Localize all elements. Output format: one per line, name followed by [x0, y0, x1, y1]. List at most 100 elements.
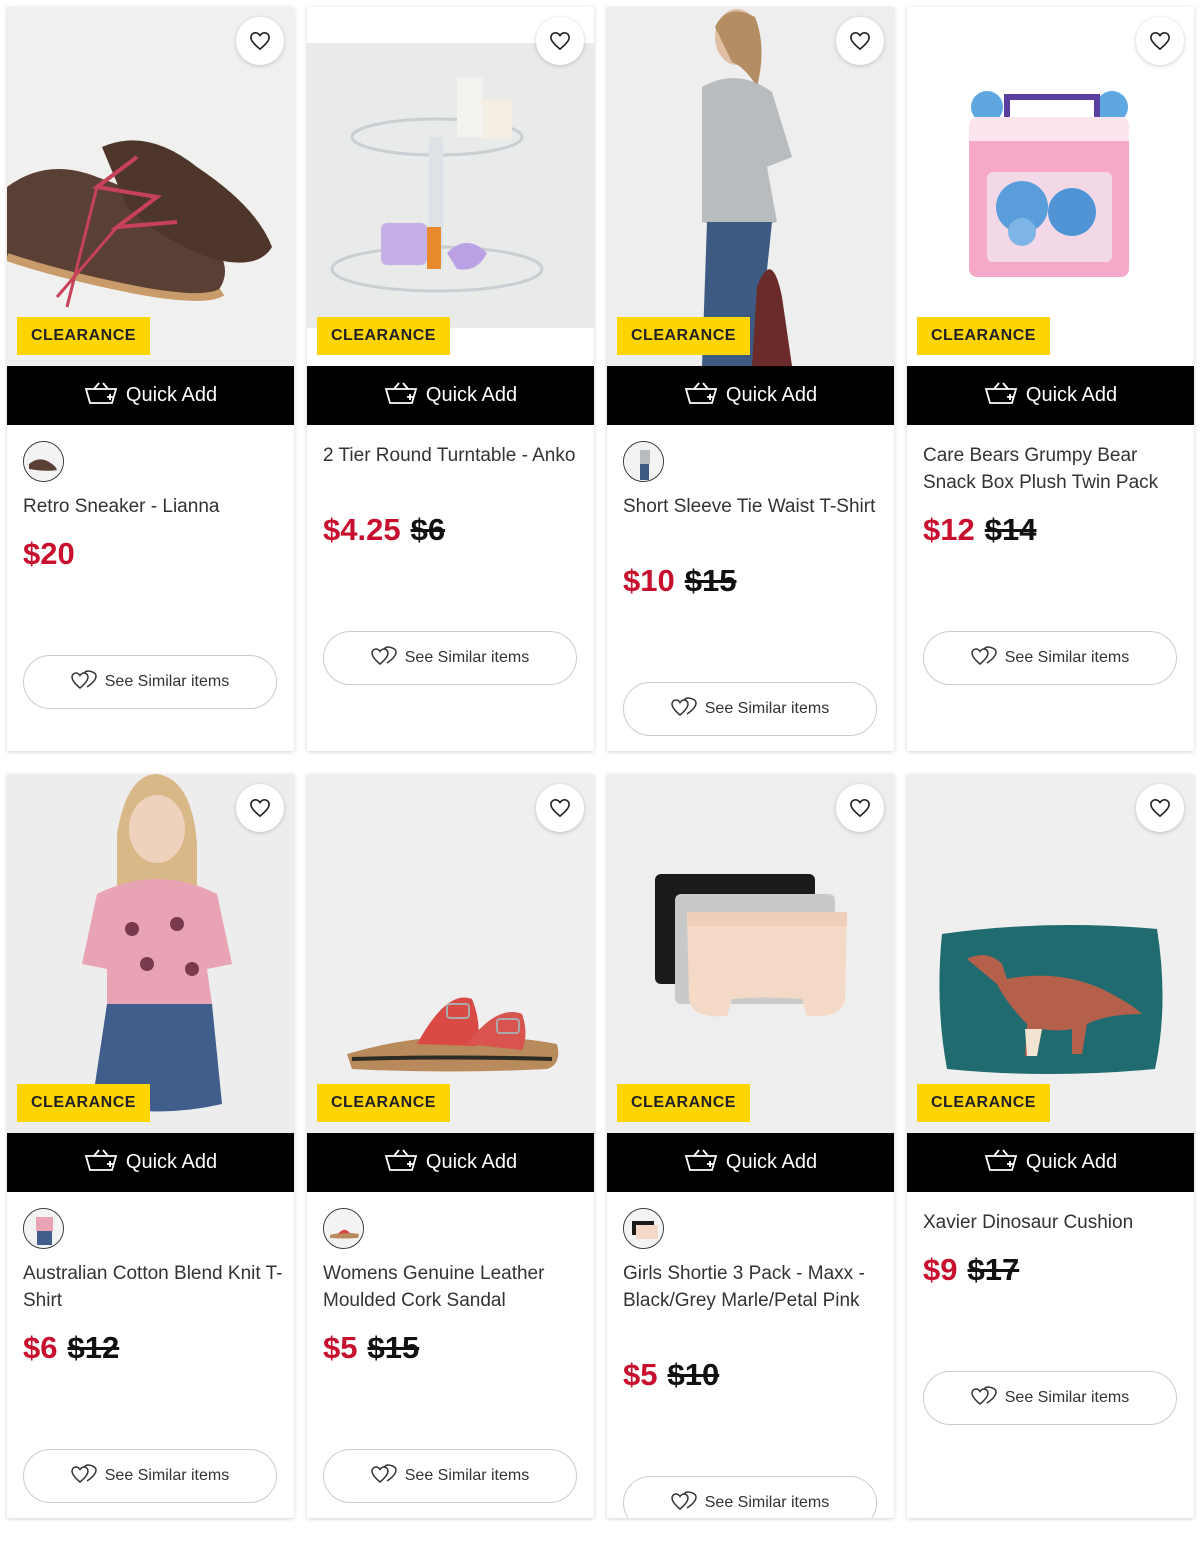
quick-add-label: Quick Add: [425, 384, 518, 406]
original-price: $15: [367, 1330, 420, 1365]
product-card[interactable]: CLEARANCE Quick Add Australian Cotton Bl…: [7, 774, 294, 1518]
see-similar-button[interactable]: See Similar items: [623, 682, 877, 736]
product-price: $5 $10: [623, 1357, 719, 1393]
color-swatch[interactable]: [623, 441, 664, 482]
product-title[interactable]: Girls Shortie 3 Pack - Maxx - Black/Grey…: [623, 1260, 883, 1314]
hearts-icon: [970, 645, 997, 671]
see-similar-label: See Similar items: [404, 1467, 530, 1484]
quick-add-label: Quick Add: [425, 1151, 518, 1173]
clearance-badge: CLEARANCE: [17, 1084, 150, 1122]
product-price: $12 $14: [923, 512, 1036, 548]
quick-add-label: Quick Add: [725, 1151, 818, 1173]
product-card[interactable]: CLEARANCE Quick Add Girls Shortie 3 Pack…: [607, 774, 894, 1518]
quick-add-button[interactable]: Quick Add: [307, 366, 594, 425]
quick-add-label: Quick Add: [125, 1151, 218, 1173]
basket-icon: [984, 1148, 1018, 1177]
quick-add-button[interactable]: Quick Add: [307, 1133, 594, 1192]
product-card[interactable]: CLEARANCE Quick Add Retro Sneaker - Lian…: [7, 7, 294, 751]
quick-add-button[interactable]: Quick Add: [607, 1133, 894, 1192]
quick-add-button[interactable]: Quick Add: [907, 1133, 1194, 1192]
quick-add-button[interactable]: Quick Add: [7, 1133, 294, 1192]
see-similar-button[interactable]: See Similar items: [323, 631, 577, 685]
see-similar-button[interactable]: See Similar items: [23, 1449, 277, 1503]
basket-icon: [384, 1148, 418, 1177]
original-price: $10: [667, 1357, 720, 1392]
sale-price: $5: [623, 1357, 658, 1392]
sale-price: $5: [323, 1330, 358, 1365]
see-similar-button[interactable]: See Similar items: [623, 1476, 877, 1518]
product-title[interactable]: Australian Cotton Blend Knit T-Shirt: [23, 1260, 283, 1314]
product-card[interactable]: CLEARANCE Quick Add Womens Genuine Leath…: [307, 774, 594, 1518]
product-card[interactable]: CLEARANCE Quick Add Care Bears Grumpy Be…: [907, 7, 1194, 751]
quick-add-button[interactable]: Quick Add: [907, 366, 1194, 425]
product-price: $10 $15: [623, 563, 736, 599]
wishlist-heart-icon[interactable]: [536, 17, 584, 65]
quick-add-label: Quick Add: [125, 384, 218, 406]
hearts-icon: [70, 1463, 97, 1489]
quick-add-label: Quick Add: [725, 384, 818, 406]
see-similar-label: See Similar items: [704, 700, 830, 717]
product-title[interactable]: 2 Tier Round Turntable - Anko: [323, 442, 583, 469]
sale-price: $12: [923, 512, 975, 547]
original-price: $17: [967, 1252, 1020, 1287]
clearance-badge: CLEARANCE: [617, 317, 750, 355]
color-swatch[interactable]: [323, 1208, 364, 1249]
hearts-icon: [70, 669, 97, 695]
product-price: $9 $17: [923, 1252, 1019, 1288]
product-grid: CLEARANCE Quick Add Retro Sneaker - Lian…: [0, 0, 1200, 1556]
color-swatch[interactable]: [23, 441, 64, 482]
clearance-badge: CLEARANCE: [317, 317, 450, 355]
color-swatch[interactable]: [623, 1208, 664, 1249]
sale-price: $6: [23, 1330, 58, 1365]
color-swatch[interactable]: [23, 1208, 64, 1249]
see-similar-label: See Similar items: [704, 1494, 830, 1511]
see-similar-button[interactable]: See Similar items: [323, 1449, 577, 1503]
see-similar-label: See Similar items: [404, 649, 530, 666]
basket-icon: [384, 381, 418, 410]
clearance-badge: CLEARANCE: [617, 1084, 750, 1122]
see-similar-button[interactable]: See Similar items: [923, 631, 1177, 685]
product-card[interactable]: CLEARANCE Quick Add 2 Tier Round Turntab…: [307, 7, 594, 751]
wishlist-heart-icon[interactable]: [236, 17, 284, 65]
quick-add-button[interactable]: Quick Add: [607, 366, 894, 425]
hearts-icon: [970, 1385, 997, 1411]
wishlist-heart-icon[interactable]: [836, 784, 884, 832]
clearance-badge: CLEARANCE: [17, 317, 150, 355]
see-similar-label: See Similar items: [1004, 1389, 1130, 1406]
product-price: $20: [23, 536, 75, 572]
product-card[interactable]: CLEARANCE Quick Add Xavier Dinosaur Cush…: [907, 774, 1194, 1518]
product-title[interactable]: Womens Genuine Leather Moulded Cork Sand…: [323, 1260, 583, 1314]
wishlist-heart-icon[interactable]: [1136, 784, 1184, 832]
hearts-icon: [370, 1463, 397, 1489]
hearts-icon: [670, 1490, 697, 1516]
product-price: $6 $12: [23, 1330, 119, 1366]
product-title[interactable]: Xavier Dinosaur Cushion: [923, 1209, 1183, 1236]
sale-price: $20: [23, 536, 75, 571]
see-similar-button[interactable]: See Similar items: [923, 1371, 1177, 1425]
clearance-badge: CLEARANCE: [917, 317, 1050, 355]
product-title[interactable]: Retro Sneaker - Lianna: [23, 493, 283, 520]
wishlist-heart-icon[interactable]: [1136, 17, 1184, 65]
clearance-badge: CLEARANCE: [317, 1084, 450, 1122]
hearts-icon: [670, 696, 697, 722]
basket-icon: [84, 1148, 118, 1177]
see-similar-label: See Similar items: [1004, 649, 1130, 666]
product-title[interactable]: Short Sleeve Tie Waist T-Shirt: [623, 493, 883, 520]
original-price: $15: [684, 563, 737, 598]
product-title[interactable]: Care Bears Grumpy Bear Snack Box Plush T…: [923, 442, 1183, 496]
sale-price: $4.25: [323, 512, 401, 547]
clearance-badge: CLEARANCE: [917, 1084, 1050, 1122]
wishlist-heart-icon[interactable]: [836, 17, 884, 65]
quick-add-button[interactable]: Quick Add: [7, 366, 294, 425]
product-card[interactable]: CLEARANCE Quick Add Short Sleeve Tie Wai…: [607, 7, 894, 751]
sale-price: $9: [923, 1252, 958, 1287]
see-similar-button[interactable]: See Similar items: [23, 655, 277, 709]
basket-icon: [684, 1148, 718, 1177]
wishlist-heart-icon[interactable]: [236, 784, 284, 832]
basket-icon: [684, 381, 718, 410]
see-similar-label: See Similar items: [104, 1467, 230, 1484]
basket-icon: [84, 381, 118, 410]
product-price: $5 $15: [323, 1330, 419, 1366]
wishlist-heart-icon[interactable]: [536, 784, 584, 832]
original-price: $6: [410, 512, 446, 547]
